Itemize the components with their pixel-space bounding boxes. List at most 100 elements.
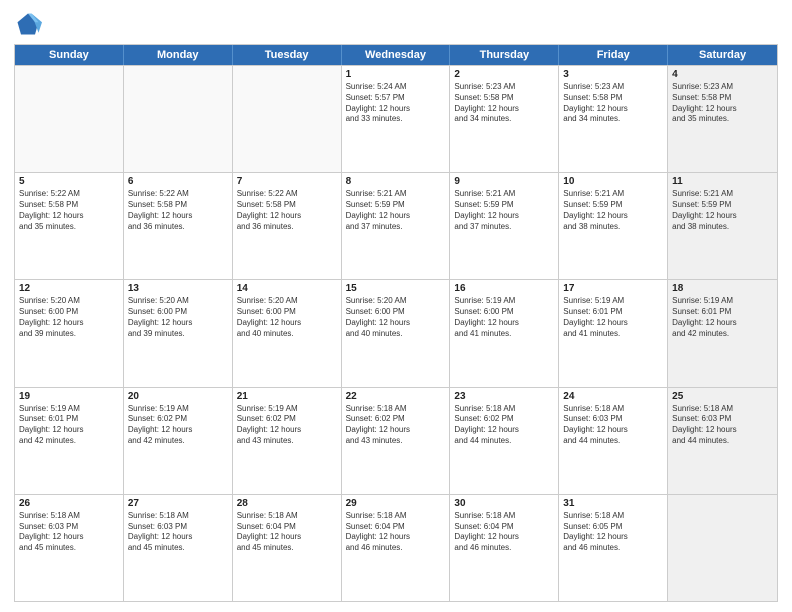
cal-cell-1: 1 Sunrise: 5:24 AM Sunset: 5:57 PM Daylig…: [342, 66, 451, 172]
cal-cell-12: 12 Sunrise: 5:20 AM Sunset: 6:00 PM Dayli…: [15, 280, 124, 386]
cal-cell-27: 27 Sunrise: 5:18 AM Sunset: 6:03 PM Dayli…: [124, 495, 233, 601]
cal-cell-11: 11 Sunrise: 5:21 AM Sunset: 5:59 PM Dayli…: [668, 173, 777, 279]
day-number: 13: [128, 283, 228, 294]
cell-info: Sunrise: 5:23 AM Sunset: 5:58 PM Dayligh…: [672, 82, 773, 125]
cal-cell-empty: [233, 66, 342, 172]
cal-cell-29: 29 Sunrise: 5:18 AM Sunset: 6:04 PM Dayli…: [342, 495, 451, 601]
day-number: 21: [237, 391, 337, 402]
calendar: SundayMondayTuesdayWednesdayThursdayFrid…: [14, 44, 778, 602]
cal-row-3: 19 Sunrise: 5:19 AM Sunset: 6:01 PM Dayli…: [15, 387, 777, 494]
day-number: 14: [237, 283, 337, 294]
day-number: 15: [346, 283, 446, 294]
page: SundayMondayTuesdayWednesdayThursdayFrid…: [0, 0, 792, 612]
cal-cell-7: 7Sunrise: 5:22 AM Sunset: 5:58 PM Daylig…: [233, 173, 342, 279]
cal-cell-31: 31 Sunrise: 5:18 AM Sunset: 6:05 PM Dayli…: [559, 495, 668, 601]
day-number: 23: [454, 391, 554, 402]
cal-cell-18: 18 Sunrise: 5:19 AM Sunset: 6:01 PM Dayli…: [668, 280, 777, 386]
cal-cell-30: 30 Sunrise: 5:18 AM Sunset: 6:04 PM Dayli…: [450, 495, 559, 601]
cell-info: Sunrise: 5:20 AM Sunset: 6:00 PM Dayligh…: [237, 296, 337, 339]
cal-cell-13: 13 Sunrise: 5:20 AM Sunset: 6:00 PM Dayli…: [124, 280, 233, 386]
day-number: 24: [563, 391, 663, 402]
cal-cell-26: 26Sunrise: 5:18 AM Sunset: 6:03 PM Dayli…: [15, 495, 124, 601]
day-number: 11: [672, 176, 773, 187]
cal-cell-20: 20 Sunrise: 5:19 AM Sunset: 6:02 PM Dayli…: [124, 388, 233, 494]
day-number: 22: [346, 391, 446, 402]
day-number: 20: [128, 391, 228, 402]
header-day-monday: Monday: [124, 45, 233, 65]
cell-info: Sunrise: 5:18 AM Sunset: 6:04 PM Dayligh…: [346, 511, 446, 554]
cell-info: Sunrise: 5:19 AM Sunset: 6:01 PM Dayligh…: [19, 404, 119, 447]
cal-cell-15: 15 Sunrise: 5:20 AM Sunset: 6:00 PM Dayli…: [342, 280, 451, 386]
cell-info: Sunrise: 5:24 AM Sunset: 5:57 PM Dayligh…: [346, 82, 446, 125]
cal-cell-6: 6Sunrise: 5:22 AM Sunset: 5:58 PM Daylig…: [124, 173, 233, 279]
cal-cell-9: 9 Sunrise: 5:21 AM Sunset: 5:59 PM Daylig…: [450, 173, 559, 279]
day-number: 28: [237, 498, 337, 509]
day-number: 16: [454, 283, 554, 294]
cell-info: Sunrise: 5:19 AM Sunset: 6:02 PM Dayligh…: [237, 404, 337, 447]
cell-info: Sunrise: 5:20 AM Sunset: 6:00 PM Dayligh…: [346, 296, 446, 339]
cell-info: Sunrise: 5:19 AM Sunset: 6:02 PM Dayligh…: [128, 404, 228, 447]
cell-info: Sunrise: 5:20 AM Sunset: 6:00 PM Dayligh…: [19, 296, 119, 339]
day-number: 30: [454, 498, 554, 509]
day-number: 12: [19, 283, 119, 294]
cell-info: Sunrise: 5:18 AM Sunset: 6:04 PM Dayligh…: [454, 511, 554, 554]
cell-info: Sunrise: 5:19 AM Sunset: 6:01 PM Dayligh…: [672, 296, 773, 339]
day-number: 2: [454, 69, 554, 80]
day-number: 9: [454, 176, 554, 187]
cal-cell-2: 2 Sunrise: 5:23 AM Sunset: 5:58 PM Daylig…: [450, 66, 559, 172]
cell-info: Sunrise: 5:19 AM Sunset: 6:01 PM Dayligh…: [563, 296, 663, 339]
logo: [14, 10, 46, 38]
day-number: 4: [672, 69, 773, 80]
cal-row-1: 5 Sunrise: 5:22 AM Sunset: 5:58 PM Daylig…: [15, 172, 777, 279]
cell-info: Sunrise: 5:21 AM Sunset: 5:59 PM Dayligh…: [672, 189, 773, 232]
cell-info: Sunrise: 5:23 AM Sunset: 5:58 PM Dayligh…: [563, 82, 663, 125]
header-day-sunday: Sunday: [15, 45, 124, 65]
header-day-wednesday: Wednesday: [342, 45, 451, 65]
cell-info: Sunrise: 5:22 AM Sunset: 5:58 PM Dayligh…: [19, 189, 119, 232]
cell-info: Sunrise: 5:21 AM Sunset: 5:59 PM Dayligh…: [454, 189, 554, 232]
cal-cell-17: 17Sunrise: 5:19 AM Sunset: 6:01 PM Dayli…: [559, 280, 668, 386]
cal-cell-empty: [15, 66, 124, 172]
cal-cell-empty: [124, 66, 233, 172]
day-number: 26: [19, 498, 119, 509]
cell-info: Sunrise: 5:21 AM Sunset: 5:59 PM Dayligh…: [346, 189, 446, 232]
day-number: 31: [563, 498, 663, 509]
day-number: 19: [19, 391, 119, 402]
cell-info: Sunrise: 5:18 AM Sunset: 6:03 PM Dayligh…: [128, 511, 228, 554]
cell-info: Sunrise: 5:18 AM Sunset: 6:02 PM Dayligh…: [454, 404, 554, 447]
cell-info: Sunrise: 5:20 AM Sunset: 6:00 PM Dayligh…: [128, 296, 228, 339]
cal-cell-3: 3Sunrise: 5:23 AM Sunset: 5:58 PM Daylig…: [559, 66, 668, 172]
cell-info: Sunrise: 5:18 AM Sunset: 6:03 PM Dayligh…: [563, 404, 663, 447]
day-number: 6: [128, 176, 228, 187]
cal-cell-10: 10 Sunrise: 5:21 AM Sunset: 5:59 PM Dayli…: [559, 173, 668, 279]
cal-cell-8: 8 Sunrise: 5:21 AM Sunset: 5:59 PM Daylig…: [342, 173, 451, 279]
day-number: 27: [128, 498, 228, 509]
day-number: 10: [563, 176, 663, 187]
cell-info: Sunrise: 5:18 AM Sunset: 6:02 PM Dayligh…: [346, 404, 446, 447]
header-day-thursday: Thursday: [450, 45, 559, 65]
header-day-saturday: Saturday: [668, 45, 777, 65]
cell-info: Sunrise: 5:18 AM Sunset: 6:03 PM Dayligh…: [672, 404, 773, 447]
day-number: 5: [19, 176, 119, 187]
cal-cell-19: 19 Sunrise: 5:19 AM Sunset: 6:01 PM Dayli…: [15, 388, 124, 494]
cal-cell-24: 24 Sunrise: 5:18 AM Sunset: 6:03 PM Dayli…: [559, 388, 668, 494]
header-day-friday: Friday: [559, 45, 668, 65]
cell-info: Sunrise: 5:18 AM Sunset: 6:05 PM Dayligh…: [563, 511, 663, 554]
calendar-body: 1 Sunrise: 5:24 AM Sunset: 5:57 PM Daylig…: [15, 65, 777, 601]
cal-cell-21: 21 Sunrise: 5:19 AM Sunset: 6:02 PM Dayli…: [233, 388, 342, 494]
cell-info: Sunrise: 5:23 AM Sunset: 5:58 PM Dayligh…: [454, 82, 554, 125]
cal-cell-23: 23 Sunrise: 5:18 AM Sunset: 6:02 PM Dayli…: [450, 388, 559, 494]
calendar-header: SundayMondayTuesdayWednesdayThursdayFrid…: [15, 45, 777, 65]
logo-icon: [14, 10, 42, 38]
day-number: 8: [346, 176, 446, 187]
cal-cell-5: 5 Sunrise: 5:22 AM Sunset: 5:58 PM Daylig…: [15, 173, 124, 279]
cell-info: Sunrise: 5:19 AM Sunset: 6:00 PM Dayligh…: [454, 296, 554, 339]
day-number: 29: [346, 498, 446, 509]
day-number: 18: [672, 283, 773, 294]
cal-row-0: 1 Sunrise: 5:24 AM Sunset: 5:57 PM Daylig…: [15, 65, 777, 172]
header: [14, 10, 778, 38]
day-number: 25: [672, 391, 773, 402]
cal-cell-4: 4 Sunrise: 5:23 AM Sunset: 5:58 PM Daylig…: [668, 66, 777, 172]
day-number: 1: [346, 69, 446, 80]
cell-info: Sunrise: 5:21 AM Sunset: 5:59 PM Dayligh…: [563, 189, 663, 232]
